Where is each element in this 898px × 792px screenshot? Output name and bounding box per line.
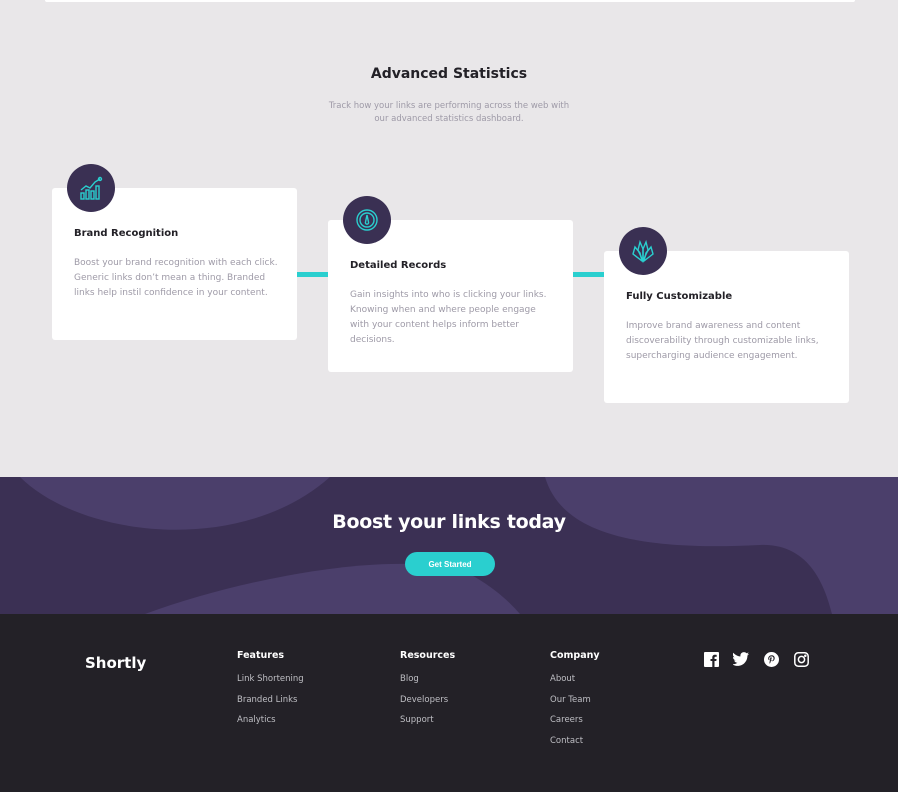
footer-column-heading: Features xyxy=(237,650,285,661)
footer-link-link-shortening[interactable]: Link Shortening xyxy=(237,673,304,686)
boost-banner: Boost your links today Get Started xyxy=(0,477,898,614)
feature-card-detailed-records: Detailed Records Gain insights into who … xyxy=(328,196,573,372)
twitter-icon[interactable] xyxy=(733,651,749,667)
footer-column-company: Company About Our Team Careers Contact xyxy=(550,650,600,755)
social-links xyxy=(703,651,809,667)
footer-column-heading: Company xyxy=(550,650,600,661)
footer-link-blog[interactable]: Blog xyxy=(400,673,455,686)
footer-logo[interactable]: Shortly xyxy=(85,654,146,672)
get-started-button[interactable]: Get Started xyxy=(405,552,495,576)
advanced-statistics-section: Advanced Statistics Track how your links… xyxy=(0,0,898,477)
feature-card-fully-customizable: Fully Customizable Improve brand awarene… xyxy=(604,227,849,403)
brushes-icon xyxy=(619,227,667,275)
footer-link-branded-links[interactable]: Branded Links xyxy=(237,694,304,707)
subtitle-line-1: Track how your links are performing acro… xyxy=(328,101,570,111)
card-title: Brand Recognition xyxy=(74,228,179,239)
card-body: Gain insights into who is clicking your … xyxy=(350,290,547,345)
instagram-icon[interactable] xyxy=(793,651,809,667)
card-body: Improve brand awareness and content disc… xyxy=(626,321,819,361)
banner-background-shapes xyxy=(20,477,898,614)
shorten-form-bottom-edge xyxy=(45,0,855,2)
footer-link-analytics[interactable]: Analytics xyxy=(237,714,304,727)
site-footer: Shortly Features Link Shortening Branded… xyxy=(0,614,898,792)
facebook-icon[interactable] xyxy=(703,651,719,667)
pinterest-icon[interactable] xyxy=(763,651,779,667)
footer-link-contact[interactable]: Contact xyxy=(550,735,600,748)
card-title: Fully Customizable xyxy=(626,291,733,302)
card-body: Boost your brand recognition with each c… xyxy=(74,258,278,298)
feature-card-brand-recognition: Brand Recognition Boost your brand recog… xyxy=(52,164,297,340)
subtitle-line-2: our advanced statistics dashboard. xyxy=(374,114,524,124)
card-connector xyxy=(572,272,605,277)
section-subtitle: Track how your links are performing acro… xyxy=(315,100,583,126)
banner-title: Boost your links today xyxy=(332,511,566,533)
footer-column-features: Features Link Shortening Branded Links A… xyxy=(237,650,304,735)
footer-column-heading: Resources xyxy=(400,650,456,661)
footer-link-careers[interactable]: Careers xyxy=(550,714,600,727)
chart-icon xyxy=(67,164,115,212)
footer-link-support[interactable]: Support xyxy=(400,714,455,727)
card-connector xyxy=(296,272,328,277)
footer-link-about[interactable]: About xyxy=(550,673,600,686)
section-title: Advanced Statistics xyxy=(370,66,528,82)
footer-link-developers[interactable]: Developers xyxy=(400,694,455,707)
card-title: Detailed Records xyxy=(350,260,447,271)
footer-column-resources: Resources Blog Developers Support xyxy=(400,650,455,735)
gauge-icon xyxy=(343,196,391,244)
footer-link-our-team[interactable]: Our Team xyxy=(550,694,600,707)
